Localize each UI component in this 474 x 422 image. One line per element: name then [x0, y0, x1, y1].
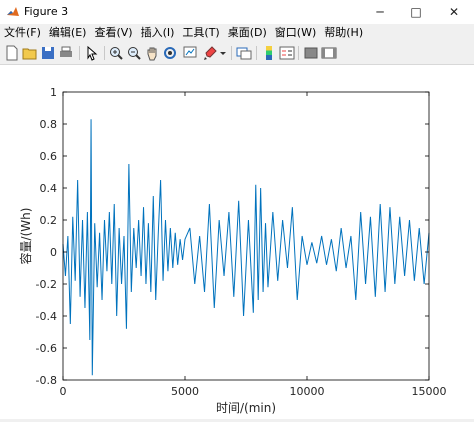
y-tick-label: 0.6: [40, 150, 58, 163]
show-plot-tools-icon[interactable]: [321, 45, 337, 61]
title-bar[interactable]: Figure 3 ─ □ ✕: [0, 0, 474, 24]
rotate-3d-icon[interactable]: [162, 45, 178, 61]
pan-icon[interactable]: [144, 45, 160, 61]
y-tick-label: 0.2: [40, 214, 58, 227]
minimize-button[interactable]: ─: [362, 0, 398, 24]
y-tick-label: 0.8: [40, 118, 58, 131]
menu-view[interactable]: 查看(V): [90, 24, 136, 42]
figure-canvas: 0 5000 10000 15000 -0.8 -0.6 -0.4 -0.2 0 0.2 0.4 0.…: [0, 65, 474, 419]
menu-bar: 文件(F) 编辑(E) 查看(V) 插入(I) 工具(T) 桌面(D) 窗口(W…: [0, 24, 474, 42]
pointer-icon[interactable]: [84, 45, 100, 61]
toolbar-separator: [256, 46, 257, 60]
brush-icon[interactable]: [202, 45, 218, 61]
print-icon[interactable]: [58, 45, 74, 61]
maximize-button[interactable]: □: [398, 0, 434, 24]
y-tick-label: -0.6: [36, 342, 57, 355]
line-chart[interactable]: 0 5000 10000 15000 -0.8 -0.6 -0.4 -0.2 0 0.2 0.4 0.…: [0, 65, 474, 419]
figure-toolbar: [0, 42, 474, 65]
menu-edit[interactable]: 编辑(E): [45, 24, 91, 42]
menu-help[interactable]: 帮助(H): [320, 24, 367, 42]
new-figure-icon[interactable]: [4, 45, 20, 61]
data-cursor-icon[interactable]: [182, 45, 198, 61]
figure-window: Figure 3 ─ □ ✕ 文件(F) 编辑(E) 查看(V) 插入(I) 工…: [0, 0, 474, 419]
x-tick-label: 15000: [412, 385, 447, 398]
chevron-down-icon[interactable]: [218, 45, 228, 61]
colorbar-icon[interactable]: [261, 45, 277, 61]
zoom-out-icon[interactable]: [126, 45, 142, 61]
matlab-logo-icon: [7, 7, 19, 16]
x-axis-label: 时间/(min): [216, 401, 276, 415]
y-tick-label: 1: [50, 86, 57, 99]
y-tick-label: 0.4: [40, 182, 58, 195]
x-tick-label: 0: [60, 385, 67, 398]
menu-insert[interactable]: 插入(I): [137, 24, 179, 42]
save-icon[interactable]: [40, 45, 56, 61]
window-title: Figure 3: [24, 5, 69, 18]
menu-desktop[interactable]: 桌面(D): [224, 24, 271, 42]
x-tick-label: 5000: [171, 385, 199, 398]
toolbar-separator: [79, 46, 80, 60]
toolbar-separator: [231, 46, 232, 60]
y-axis-label: 容量/(Wh): [18, 208, 33, 265]
zoom-in-icon[interactable]: [108, 45, 124, 61]
y-tick-label: 0: [50, 246, 57, 259]
open-icon[interactable]: [22, 45, 38, 61]
x-tick-label: 10000: [290, 385, 325, 398]
menu-window[interactable]: 窗口(W): [271, 24, 320, 42]
toolbar-separator: [104, 46, 105, 60]
toolbar-separator: [298, 46, 299, 60]
y-tick-label: -0.2: [36, 278, 57, 291]
y-tick-label: -0.4: [36, 310, 57, 323]
y-tick-label: -0.8: [36, 374, 57, 387]
legend-icon[interactable]: [279, 45, 295, 61]
menu-file[interactable]: 文件(F): [0, 24, 45, 42]
plot-area: [63, 92, 429, 380]
link-plot-icon[interactable]: [236, 45, 252, 61]
menu-tools[interactable]: 工具(T): [178, 24, 223, 42]
close-button[interactable]: ✕: [436, 0, 472, 24]
hide-plot-tools-icon[interactable]: [303, 45, 319, 61]
